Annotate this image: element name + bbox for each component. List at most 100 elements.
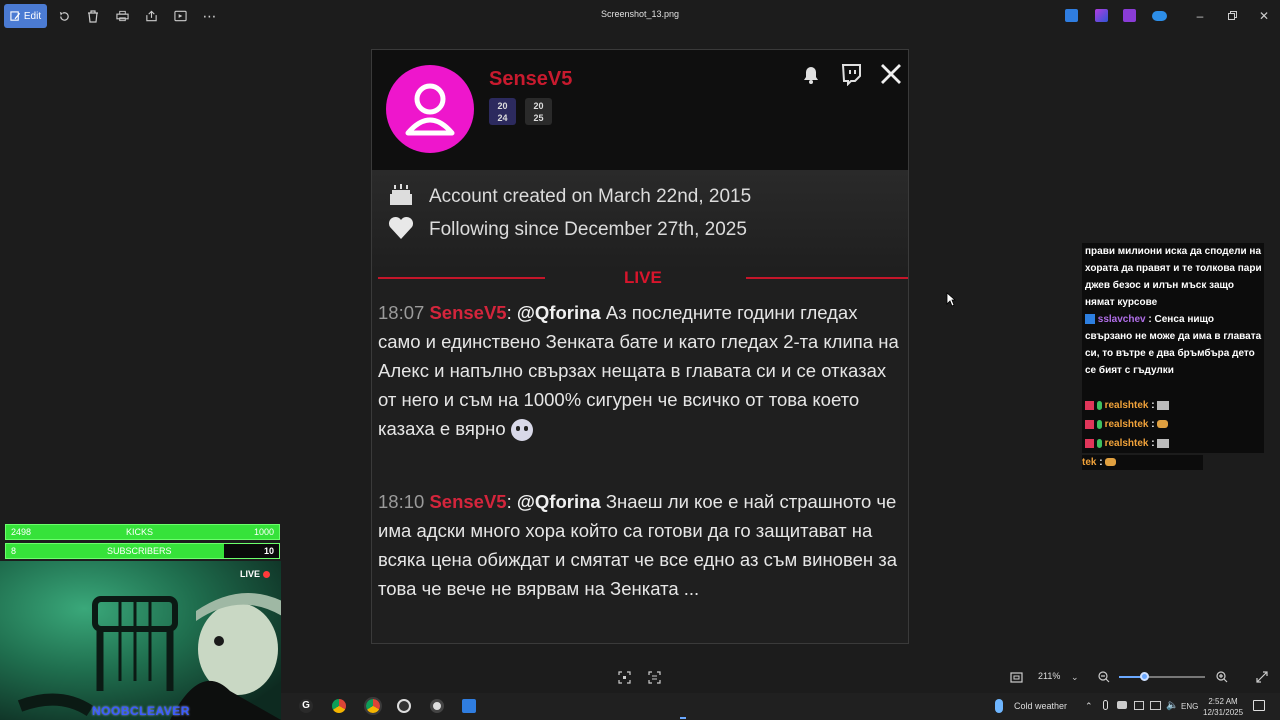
zoom-out-button[interactable] (1098, 671, 1112, 685)
chat-line: realshtek : (1085, 416, 1263, 433)
clock-time: 2:52 AM (1208, 697, 1238, 706)
zoom-slider-handle[interactable] (1140, 672, 1149, 681)
chat-line: прави милиони иска да сподели на хората … (1085, 246, 1262, 308)
weather-text[interactable]: Cold weather (1014, 701, 1067, 711)
year-badge-2024: 20 24 (489, 98, 516, 125)
twitch-icon (839, 62, 863, 87)
emote-icon (1157, 400, 1170, 410)
app-icon-2[interactable] (1095, 9, 1108, 22)
badge-icon (1096, 419, 1102, 429)
heart-icon (387, 214, 415, 242)
photos-icon[interactable] (462, 699, 476, 713)
subs-goal: 10 (263, 546, 274, 556)
profile-info: Account created on March 22nd, 2015 Foll… (372, 170, 908, 270)
more-options-button[interactable]: ⋯ (198, 6, 222, 26)
profile-username: SenseV5 (489, 68, 573, 90)
account-created-text: Account created on March 22nd, 2015 (429, 186, 752, 207)
live-tag-text: LIVE (240, 569, 261, 579)
chrome-icon[interactable] (332, 699, 346, 713)
close-window-button[interactable]: ✕ (1254, 7, 1274, 25)
chat-line-partial: tek : (1082, 455, 1203, 470)
badge-icon (1096, 400, 1102, 410)
actual-size-button[interactable] (1010, 671, 1024, 685)
print-button[interactable] (110, 6, 134, 26)
app-icon-1[interactable] (1065, 9, 1078, 22)
notifications-icon[interactable] (1253, 700, 1265, 711)
zoom-dropdown-chevron-icon[interactable]: ⌄ (1071, 672, 1085, 686)
webcam-feed (0, 561, 281, 720)
clock-date: 12/31/2025 (1203, 708, 1244, 717)
streamer-name: NOOBCLEAVER (92, 704, 190, 718)
delete-button[interactable] (81, 6, 105, 26)
taskbar-app-icon[interactable] (430, 699, 444, 713)
badge-icon (1096, 438, 1102, 448)
taskbar-app-icon[interactable]: G (299, 699, 313, 713)
onedrive-icon[interactable] (1152, 11, 1167, 21)
cake-icon (387, 180, 415, 208)
language-indicator[interactable]: ENG (1181, 702, 1198, 711)
badge-icon (1085, 438, 1094, 448)
more-icon: ⋯ (202, 7, 218, 24)
chat-message: 18:07 SenseV5: @Qforina Аз последните го… (378, 298, 903, 443)
live-dot-icon (262, 571, 270, 579)
live-tag: LIVE (240, 569, 270, 579)
chat-line: realshtek : (1085, 435, 1263, 452)
zoom-level[interactable]: 211% (1038, 671, 1060, 681)
display-icon[interactable] (1134, 701, 1144, 710)
microphone-icon[interactable] (1103, 700, 1108, 710)
live-separator: LIVE (378, 267, 908, 287)
chat-username: tek (1082, 457, 1097, 468)
expand-icon (1256, 671, 1268, 683)
clock[interactable]: 2:52 AM 12/31/2025 (1203, 696, 1243, 718)
app-icon-3[interactable] (1123, 9, 1136, 22)
slideshow-button[interactable] (168, 6, 192, 26)
obs-icon[interactable] (397, 699, 411, 713)
active-app-indicator (680, 717, 686, 719)
zoom-in-button[interactable] (1216, 671, 1230, 685)
rotate-icon (59, 11, 69, 21)
subs-label: SUBSCRIBERS (107, 546, 172, 556)
message-mention: @Qforina (516, 491, 601, 512)
trash-icon (88, 9, 98, 23)
close-card-icon (879, 62, 903, 86)
image-canvas: SenseV5 20 24 20 25 Account created on M… (371, 49, 909, 644)
focus-icon (618, 671, 631, 684)
subscribers-goal-bar: 8 SUBSCRIBERS 10 (5, 543, 280, 559)
kicks-current: 2498 (11, 527, 32, 537)
print-icon (115, 10, 129, 22)
chat-message: 18:10 SenseV5: @Qforina Знаеш ли кое е н… (378, 491, 898, 599)
fit-view-button[interactable] (618, 671, 632, 685)
rotate-button[interactable] (52, 6, 76, 26)
profile-header: SenseV5 20 24 20 25 (372, 50, 908, 170)
chat-username: realshtek (1104, 400, 1149, 411)
minimize-button[interactable]: – (1190, 7, 1210, 25)
badge-line: 20 (497, 101, 508, 111)
message-nick: SenseV5 (429, 491, 507, 512)
badge-line: 25 (533, 113, 544, 123)
share-button[interactable] (139, 6, 163, 26)
volume-icon[interactable]: 🔈 (1166, 700, 1178, 711)
chrome-icon[interactable] (364, 697, 382, 715)
slideshow-icon (173, 10, 187, 22)
emote-icon (1157, 420, 1169, 429)
share-icon (145, 10, 157, 22)
edit-button[interactable]: Edit (4, 4, 47, 28)
scan-button[interactable] (648, 671, 662, 685)
bell-icon (799, 62, 823, 86)
maximize-icon (1227, 11, 1237, 20)
fullscreen-button[interactable] (1256, 671, 1270, 685)
network-icon[interactable] (1150, 701, 1161, 710)
maximize-button[interactable] (1222, 7, 1242, 25)
badge-line: 24 (497, 113, 508, 123)
chat-line: sslavchev : Сенса нищо свързано не може … (1085, 314, 1262, 376)
chat-username: sslavchev (1097, 314, 1146, 325)
message-time: 18:10 (378, 491, 425, 512)
chat-username: realshtek (1104, 438, 1149, 449)
message-time: 18:07 (378, 302, 425, 323)
actual-size-icon (1010, 672, 1023, 683)
title-bar: Edit ⋯ Screenshot_13.png – ✕ (0, 0, 1280, 32)
year-badge-2025: 20 25 (525, 98, 552, 125)
message-mention: @Qforina (516, 302, 601, 323)
chevron-up-icon[interactable]: ⌃ (1085, 701, 1093, 712)
cloud-icon[interactable] (1117, 701, 1127, 709)
